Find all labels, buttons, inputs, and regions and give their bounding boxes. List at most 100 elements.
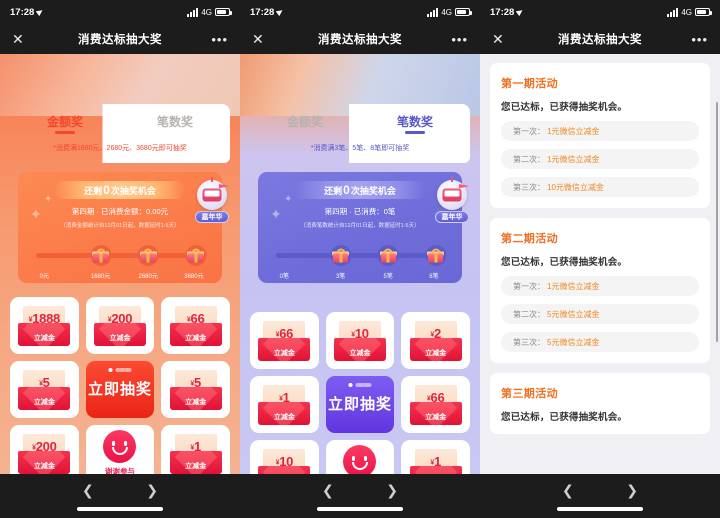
- gift-icon: [139, 248, 157, 262]
- prize-type-tabs: 金额奖 笔数奖: [10, 113, 230, 134]
- status-bar-left: 17:28: [490, 7, 525, 18]
- row-seq: 第一次：: [513, 281, 545, 291]
- robot-head-icon: [437, 177, 469, 210]
- red-envelope-icon: ¥5 立减金: [169, 369, 222, 410]
- activity-title: 第二期活动: [501, 233, 558, 245]
- prize-cell[interactable]: ¥66 立减金: [401, 376, 470, 433]
- prize-cell[interactable]: ¥10立减金: [250, 440, 319, 474]
- prize-cell[interactable]: ¥2 立减金: [401, 312, 470, 369]
- chances-count: 0: [103, 183, 110, 197]
- prize-grid: ¥66 立减金 ¥10 立减金 ¥2 立减金 ¥1 立减金 立即抽奖 ¥66 立减金 ¥1…: [250, 312, 470, 474]
- prize-cell[interactable]: ¥66 立减金: [250, 312, 319, 369]
- status-bar-right: 4G: [427, 7, 472, 17]
- mascot-robot: 嘉年华: [433, 177, 471, 223]
- row-prize: 1元微信立减金: [547, 281, 600, 291]
- home-indicator[interactable]: [557, 507, 643, 511]
- red-envelope-icon: ¥200 立减金: [93, 305, 146, 346]
- prize-cell[interactable]: ¥1立减金: [250, 376, 319, 433]
- tab-subnote: *消费满1680元、2680元、3680元即可抽奖: [53, 145, 187, 152]
- loading-dots-icon: [108, 368, 132, 372]
- activity-desc: 您已达标，已获得抽奖机会。: [501, 412, 628, 423]
- tab-count-prize[interactable]: 笔数奖: [360, 113, 470, 134]
- close-icon[interactable]: ✕: [252, 32, 264, 46]
- progress-meta: 第四期 · 已消费金额：0.00元: [71, 207, 169, 216]
- milestone-label: 2680元: [138, 274, 158, 280]
- prize-type-tabs-card: 金额奖 笔数奖 *消费满3笔、5笔、8笔即可抽奖: [250, 104, 470, 163]
- prize-cell[interactable]: ¥10立减金: [325, 312, 395, 369]
- prize-cell[interactable]: ¥1立减金: [161, 425, 230, 474]
- prize-cell[interactable]: ¥5 立减金: [10, 361, 79, 418]
- more-options-icon[interactable]: •••: [211, 32, 228, 47]
- draw-button-cell[interactable]: 立即抽奖: [85, 361, 155, 418]
- sparkle-icon: ✦: [30, 206, 42, 222]
- status-bar-left: 17:28: [10, 7, 45, 18]
- prize-cell[interactable]: ¥200 立减金: [10, 425, 79, 474]
- chevron-right-icon[interactable]: ❯: [386, 483, 398, 499]
- activity-row: 第三次： 5元微信立减金: [501, 332, 699, 352]
- robot-head-icon: [197, 177, 229, 210]
- row-seq: 第三次：: [513, 337, 545, 347]
- red-envelope-icon: ¥200 立减金: [18, 433, 71, 474]
- progress-note: （消费金额统计自12月01日起，数据延时1-5天）: [60, 223, 180, 229]
- progress-meta: 第四期 · 已消费：0笔: [324, 207, 396, 216]
- prize-cell[interactable]: ¥5 立减金: [161, 361, 230, 418]
- prize-label: 立减金: [185, 398, 207, 406]
- prize-label: 立减金: [425, 413, 447, 421]
- phone-screen-amount-prize: 17:28 4G ✕ 消费达标抽大奖 ••• 金额奖 笔数奖 *消费满1680元…: [0, 0, 240, 518]
- activity-desc: 您已达标，已获得抽奖机会。: [501, 102, 628, 113]
- activity-card: 第三期活动 您已达标，已获得抽奖机会。: [490, 373, 710, 434]
- prize-cell[interactable]: ¥66 立减金: [161, 297, 230, 354]
- robot-antenna: [451, 177, 453, 182]
- nav-bar: ✕ 消费达标抽大奖 •••: [480, 24, 720, 54]
- prize-cell[interactable]: ¥1888 立减金: [10, 297, 79, 354]
- signal-bars-icon: [427, 7, 439, 17]
- milestone-label: 3笔: [335, 274, 346, 280]
- activity-row: 第三次： 10元微信立减金: [501, 177, 699, 197]
- tab-amount-prize[interactable]: 金额奖: [250, 113, 360, 134]
- page-title: 消费达标抽大奖: [558, 34, 642, 46]
- battery-icon: [215, 8, 232, 16]
- draw-now-button[interactable]: 立即抽奖: [85, 361, 155, 418]
- red-envelope-icon: ¥10立减金: [333, 320, 386, 361]
- chevron-left-icon[interactable]: ❮: [82, 483, 94, 499]
- status-bar-right: 4G: [667, 7, 712, 17]
- more-options-icon[interactable]: •••: [691, 32, 708, 47]
- chevron-left-icon[interactable]: ❮: [562, 483, 574, 499]
- close-icon[interactable]: ✕: [492, 32, 504, 46]
- draw-now-button[interactable]: 立即抽奖: [325, 376, 395, 433]
- scrollbar[interactable]: [716, 102, 718, 342]
- chevron-right-icon[interactable]: ❯: [626, 483, 638, 499]
- close-icon[interactable]: ✕: [12, 32, 24, 46]
- red-envelope-icon: ¥66 立减金: [258, 320, 311, 361]
- three-phone-screenshots: 17:28 4G ✕ 消费达标抽大奖 ••• 金额奖 笔数奖 *消费满1680元…: [0, 0, 720, 518]
- home-indicator[interactable]: [317, 507, 403, 511]
- sparkle-icon: ✦: [270, 206, 282, 222]
- tab-count-prize[interactable]: 笔数奖: [120, 113, 230, 134]
- loading-dots-icon: [348, 383, 372, 387]
- tab-amount-prize[interactable]: 金额奖: [10, 113, 120, 134]
- chances-suffix: 次抽奖机会: [350, 185, 396, 196]
- progress-rail: [36, 253, 204, 258]
- more-options-icon[interactable]: •••: [451, 32, 468, 47]
- prize-cell-thanks[interactable]: 谢谢参与: [85, 425, 155, 474]
- prize-label: 立减金: [349, 349, 371, 357]
- status-bar-left: 17:28: [250, 7, 285, 18]
- draw-button-cell[interactable]: 立即抽奖: [325, 376, 395, 433]
- activity-card: 第二期活动 您已达标，已获得抽奖机会。 第一次： 1元微信立减金 第二次： 5元微信…: [490, 218, 710, 363]
- mascot-robot: 嘉年华: [193, 177, 231, 223]
- chevron-left-icon[interactable]: ❮: [322, 483, 334, 499]
- prize-cell-thanks[interactable]: 谢谢参与: [325, 440, 395, 474]
- activity-list[interactable]: 第一期活动 您已达标，已获得抽奖机会。 第一次： 1元微信立减金 第二次： 1元微信…: [480, 54, 720, 474]
- red-envelope-icon: ¥66 立减金: [409, 384, 462, 425]
- red-envelope-icon: ¥2 立减金: [409, 320, 462, 361]
- prize-cell[interactable]: ¥1立减金: [401, 440, 470, 474]
- gift-icon: [332, 248, 350, 262]
- milestone-label: 5笔: [383, 274, 393, 280]
- chevron-right-icon[interactable]: ❯: [146, 483, 158, 499]
- prize-label: 立减金: [33, 462, 55, 470]
- draw-now-label: 立即抽奖: [87, 380, 152, 398]
- prize-cell[interactable]: ¥200 立减金: [85, 297, 155, 354]
- nav-bar: ✕ 消费达标抽大奖 •••: [240, 24, 480, 54]
- milestone-label: 0元: [39, 274, 49, 280]
- home-indicator[interactable]: [77, 507, 163, 511]
